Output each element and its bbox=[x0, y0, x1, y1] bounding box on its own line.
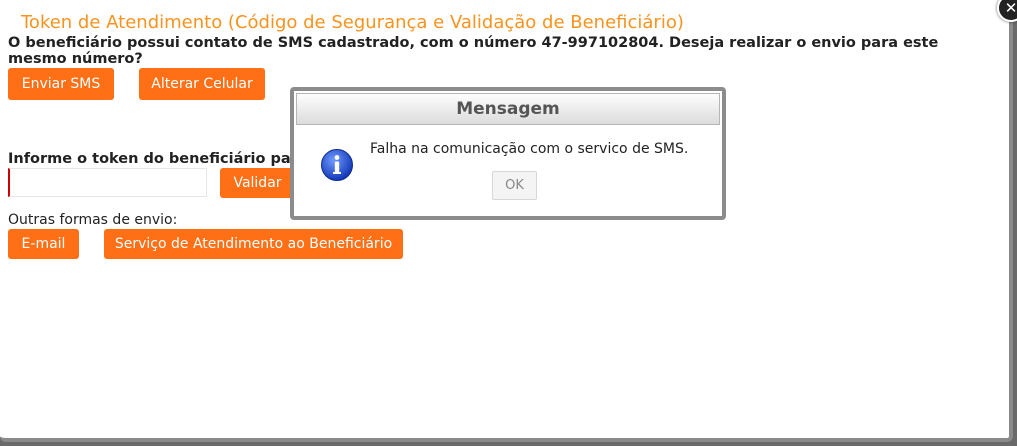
other-methods-label: Outras formas de envio: bbox=[8, 212, 178, 228]
change-phone-button[interactable]: Alterar Celular bbox=[139, 68, 265, 100]
message-box: Mensagem Falha na comunicação com o serv… bbox=[290, 87, 726, 220]
ok-button[interactable]: OK bbox=[492, 171, 537, 200]
message-box-title: Mensagem bbox=[296, 93, 720, 125]
message-text: Falha na comunicação com o servico de SM… bbox=[370, 141, 689, 157]
send-sms-button[interactable]: Enviar SMS bbox=[8, 68, 114, 100]
validate-button[interactable]: Validar bbox=[220, 168, 295, 198]
token-dialog: Token de Atendimento (Código de Seguranç… bbox=[0, 0, 1013, 442]
sms-question-text: O beneficiário possui contato de SMS cad… bbox=[8, 35, 939, 67]
token-input[interactable] bbox=[8, 168, 207, 197]
email-button[interactable]: E-mail bbox=[8, 229, 79, 259]
dialog-title: Token de Atendimento (Código de Seguranç… bbox=[21, 12, 684, 33]
info-icon bbox=[321, 149, 353, 181]
service-button[interactable]: Serviço de Atendimento ao Beneficiário bbox=[104, 229, 403, 259]
token-prompt-label: Informe o token do beneficiário para bbox=[8, 151, 308, 167]
